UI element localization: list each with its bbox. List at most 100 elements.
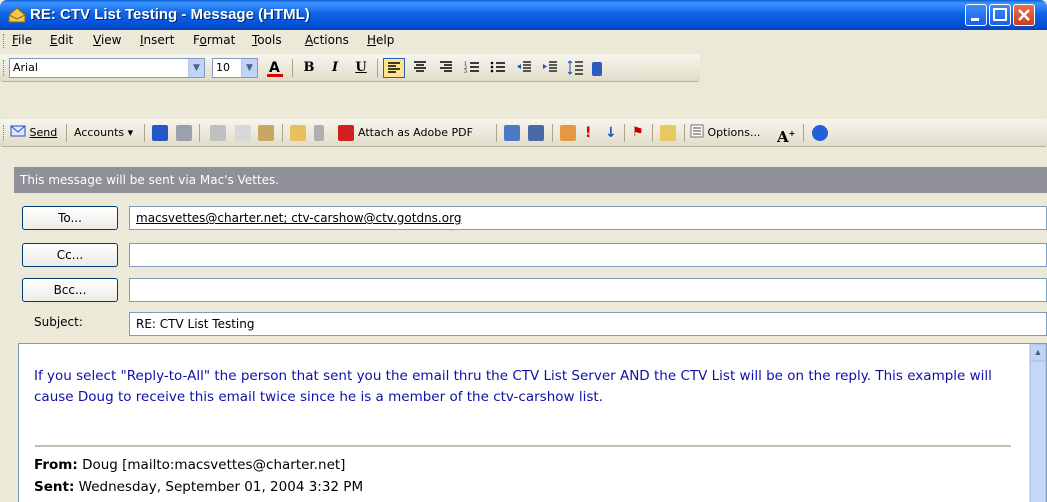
maximize-button[interactable] [989, 4, 1011, 26]
divider [35, 445, 1011, 447]
numbered-list-icon: 123 [464, 61, 479, 75]
flag-icon[interactable]: ⚑ [632, 124, 644, 142]
paperclip-icon[interactable] [314, 125, 324, 141]
standard-toolbar: Send Accounts ▾ Attach as Adobe PDF ! ↓ … [0, 119, 1047, 147]
cc-button[interactable]: Cc... [22, 243, 118, 267]
font-size-value: 10 [216, 61, 230, 74]
minimize-button[interactable] [965, 4, 987, 26]
paste-icon[interactable] [258, 125, 274, 141]
menu-tools[interactable]: Tools [252, 33, 282, 47]
menu-help[interactable]: Help [367, 33, 394, 47]
align-left-button[interactable] [383, 58, 405, 78]
scroll-up-icon[interactable]: ▲ [1030, 344, 1046, 361]
accounts-label: Accounts [74, 126, 125, 139]
scroll-thumb[interactable] [1030, 361, 1046, 502]
address-book-icon[interactable] [504, 125, 520, 141]
toolbar-separator [684, 124, 685, 142]
cc-field[interactable] [129, 243, 1047, 267]
check-names-icon[interactable] [290, 125, 306, 141]
menu-view[interactable]: View [93, 33, 121, 47]
toolbar-grip[interactable] [3, 34, 6, 48]
accounts-button[interactable]: Accounts ▾ [74, 124, 133, 142]
window-title: RE: CTV List Testing - Message (HTML) [30, 6, 310, 23]
line-spacing-icon [567, 60, 583, 75]
menu-actions[interactable]: Actions [305, 33, 349, 47]
from-value: Doug [mailto:macsvettes@charter.net] [82, 457, 346, 473]
cut-icon[interactable] [210, 125, 226, 141]
menu-file[interactable]: File [12, 33, 32, 47]
send-icon [10, 125, 26, 137]
high-importance-icon[interactable]: ! [585, 124, 591, 142]
save-icon[interactable] [152, 125, 168, 141]
align-left-icon [388, 62, 400, 73]
chevron-down-icon[interactable]: ▼ [188, 59, 204, 77]
adobe-pdf-icon[interactable] [338, 125, 354, 141]
bullets-button[interactable] [487, 58, 509, 78]
toolbar-separator [652, 124, 653, 142]
subject-field[interactable]: RE: CTV List Testing [129, 312, 1047, 336]
signature-icon[interactable] [560, 125, 576, 141]
toolbar-separator [282, 124, 283, 142]
align-right-button[interactable] [435, 58, 457, 78]
from-line: From: Doug [mailto:macsvettes@charter.ne… [34, 457, 345, 473]
from-label: From: [34, 457, 78, 473]
font-color-button[interactable]: A [264, 58, 286, 78]
minimize-icon [971, 18, 979, 21]
line-spacing-button[interactable] [565, 58, 587, 78]
toolbar-separator [144, 124, 145, 142]
title-bar[interactable]: RE: CTV List Testing - Message (HTML) [0, 0, 1047, 30]
toolbar-options-chevron-icon[interactable] [592, 62, 602, 76]
svg-text:A: A [269, 60, 280, 76]
low-importance-icon[interactable]: ↓ [605, 124, 617, 142]
font-size-select[interactable]: 10 ▼ [212, 58, 258, 78]
increase-indent-icon [543, 61, 557, 72]
print-icon[interactable] [176, 125, 192, 141]
message-body[interactable]: If you select "Reply-to-All" the person … [18, 343, 1047, 502]
send-button[interactable]: Send [10, 124, 57, 142]
close-icon [1018, 9, 1030, 21]
decrease-indent-button[interactable] [513, 58, 535, 78]
body-text: If you select "Reply-to-All" the person … [34, 368, 992, 405]
attach-pdf-label: Attach as Adobe PDF [358, 126, 473, 139]
attach-pdf-button[interactable]: Attach as Adobe PDF [358, 124, 473, 142]
font-grow-icon[interactable]: A+ [777, 124, 795, 146]
toolbar-separator [199, 124, 200, 142]
toolbar-separator [377, 59, 378, 77]
to-field[interactable]: macsvettes@charter.net; ctv-carshow@ctv.… [129, 206, 1047, 230]
numbering-button[interactable]: 123 [461, 58, 483, 78]
align-right-icon [440, 61, 452, 72]
toolbar-separator [624, 124, 625, 142]
close-button[interactable] [1013, 4, 1035, 26]
menu-insert[interactable]: Insert [140, 33, 174, 47]
decrease-indent-icon [517, 61, 531, 72]
toolbar-grip[interactable] [3, 60, 6, 76]
align-center-button[interactable] [409, 58, 431, 78]
underline-button[interactable]: U [350, 58, 372, 78]
menu-format[interactable]: Format [193, 33, 235, 47]
toolbar-grip[interactable] [3, 125, 6, 141]
increase-indent-button[interactable] [539, 58, 561, 78]
toolbar-separator [66, 124, 67, 142]
bold-button[interactable]: B [298, 58, 320, 78]
to-button[interactable]: To... [22, 206, 118, 230]
font-name-select[interactable]: Arial ▼ [9, 58, 205, 78]
sent-line: Sent: Wednesday, September 01, 2004 3:32… [34, 479, 363, 495]
vertical-scrollbar[interactable]: ▲ [1029, 344, 1046, 502]
menu-edit[interactable]: Edit [50, 33, 73, 47]
italic-button[interactable]: I [324, 58, 346, 78]
bcc-field[interactable] [129, 278, 1047, 302]
chevron-down-icon[interactable]: ▼ [241, 59, 257, 77]
menu-bar: File Edit View Insert Format Tools Actio… [0, 30, 1047, 52]
send-label: Send [29, 126, 58, 139]
options-button[interactable]: Options... [690, 124, 760, 142]
spelling-icon[interactable] [528, 125, 544, 141]
help-icon[interactable] [812, 125, 828, 141]
info-bar: This message will be sent via Mac's Vett… [14, 167, 1047, 193]
bcc-button[interactable]: Bcc... [22, 278, 118, 302]
sent-value: Wednesday, September 01, 2004 3:32 PM [78, 479, 364, 495]
copy-icon[interactable] [235, 125, 251, 141]
folder-icon[interactable] [660, 125, 676, 141]
formatting-toolbar: Arial ▼ 10 ▼ A B I U 123 [0, 54, 700, 82]
subject-label: Subject: [34, 315, 83, 329]
outlook-message-window: RE: CTV List Testing - Message (HTML) Fi… [0, 0, 1047, 502]
